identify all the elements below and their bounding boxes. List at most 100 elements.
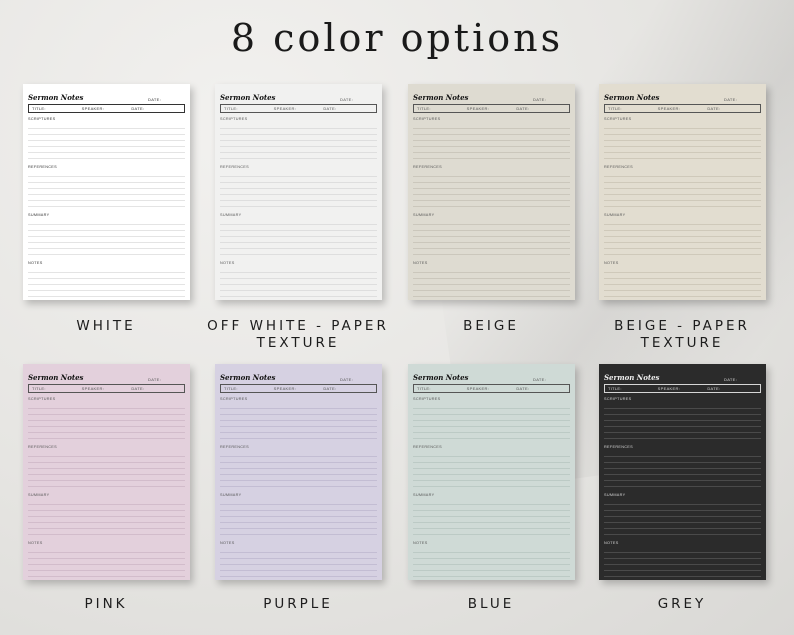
ruled-lines — [220, 123, 377, 161]
speaker-label: SPEAKER: — [657, 106, 681, 111]
date-label: DATE: — [131, 106, 145, 111]
sermon-notes-sheet[interactable]: Sermon Notes DATE: TITLE: SPEAKER: DATE: SCRI… — [215, 364, 382, 580]
title-label: TITLE: — [224, 106, 238, 111]
sheet-title-row: Sermon Notes DATE: — [220, 89, 377, 102]
sheet-title: Sermon Notes — [220, 93, 276, 102]
date-label: DATE: — [148, 97, 161, 102]
date-label: DATE: — [131, 386, 145, 391]
ruled-lines — [413, 219, 570, 257]
speaker-label: SPEAKER: — [81, 386, 105, 391]
ruled-lines — [28, 403, 185, 441]
title-label: TITLE: — [608, 106, 622, 111]
ruled-lines — [413, 171, 570, 209]
ruled-lines — [28, 267, 185, 297]
sermon-notes-sheet[interactable]: Sermon Notes DATE: TITLE: SPEAKER: DATE: SCRI… — [23, 364, 190, 580]
sermon-notes-sheet[interactable]: Sermon Notes DATE: TITLE: SPEAKER: DATE: SCRI… — [599, 84, 766, 300]
title-label: TITLE: — [608, 386, 622, 391]
sermon-notes-sheet[interactable]: Sermon Notes DATE: TITLE: SPEAKER: DATE: SCRI… — [23, 84, 190, 300]
date-label: DATE: — [533, 377, 546, 382]
header-fields-box: TITLE: SPEAKER: DATE: — [220, 104, 377, 113]
date-label: DATE: — [724, 377, 737, 382]
speaker-label: SPEAKER: — [81, 106, 105, 111]
sermon-notes-sheet[interactable]: Sermon Notes DATE: TITLE: SPEAKER: DATE: SCRI… — [599, 364, 766, 580]
ruled-lines — [604, 547, 761, 577]
ruled-lines — [604, 267, 761, 297]
title-label: TITLE: — [417, 106, 431, 111]
title-label: TITLE: — [417, 386, 431, 391]
title-label: TITLE: — [32, 106, 46, 111]
sheet-title-row: Sermon Notes DATE: — [220, 369, 377, 382]
ruled-lines — [220, 403, 377, 441]
sheet-title: Sermon Notes — [413, 93, 469, 102]
ruled-lines — [413, 451, 570, 489]
headline: 8 color options — [230, 16, 564, 60]
ruled-lines — [604, 123, 761, 161]
ruled-lines — [413, 123, 570, 161]
sheet-title: Sermon Notes — [413, 373, 469, 382]
header-fields-box: TITLE: SPEAKER: DATE: — [28, 384, 185, 393]
date-label: DATE: — [323, 106, 337, 111]
ruled-lines — [220, 219, 377, 257]
ruled-lines — [28, 499, 185, 537]
ruled-lines — [220, 267, 377, 297]
header-fields-box: TITLE: SPEAKER: DATE: — [28, 104, 185, 113]
option-caption: OFF WHITE - PAPER TEXTURE — [207, 318, 389, 351]
ruled-lines — [28, 171, 185, 209]
date-label: DATE: — [340, 377, 353, 382]
sheet-title: Sermon Notes — [604, 373, 660, 382]
date-label: DATE: — [148, 377, 161, 382]
date-label: DATE: — [340, 97, 353, 102]
ruled-lines — [413, 547, 570, 577]
speaker-label: SPEAKER: — [466, 106, 490, 111]
sheet-title: Sermon Notes — [220, 373, 276, 382]
sermon-notes-sheet[interactable]: Sermon Notes DATE: TITLE: SPEAKER: DATE: SCRI… — [408, 84, 575, 300]
header-fields-box: TITLE: SPEAKER: DATE: — [413, 104, 570, 113]
date-label: DATE: — [724, 97, 737, 102]
speaker-label: SPEAKER: — [466, 386, 490, 391]
title-label: TITLE: — [224, 386, 238, 391]
date-label: DATE: — [533, 97, 546, 102]
ruled-lines — [413, 403, 570, 441]
ruled-lines — [413, 267, 570, 297]
sheet-title-row: Sermon Notes DATE: — [28, 369, 185, 382]
date-label: DATE: — [323, 386, 337, 391]
sheet-title-row: Sermon Notes DATE: — [604, 369, 761, 382]
date-label: DATE: — [707, 386, 721, 391]
sheet-title: Sermon Notes — [28, 373, 84, 382]
date-label: DATE: — [516, 386, 530, 391]
ruled-lines — [604, 219, 761, 257]
sheet-title-row: Sermon Notes DATE: — [604, 89, 761, 102]
sheet-title-row: Sermon Notes DATE: — [28, 89, 185, 102]
ruled-lines — [28, 451, 185, 489]
speaker-label: SPEAKER: — [273, 386, 297, 391]
ruled-lines — [220, 499, 377, 537]
ruled-lines — [28, 219, 185, 257]
speaker-label: SPEAKER: — [273, 106, 297, 111]
sheet-title: Sermon Notes — [604, 93, 660, 102]
ruled-lines — [604, 403, 761, 441]
ruled-lines — [220, 171, 377, 209]
ruled-lines — [220, 451, 377, 489]
header-fields-box: TITLE: SPEAKER: DATE: — [604, 104, 761, 113]
option-caption: BEIGE - PAPER TEXTURE — [614, 318, 750, 351]
speaker-label: SPEAKER: — [657, 386, 681, 391]
date-label: DATE: — [516, 106, 530, 111]
sermon-notes-sheet[interactable]: Sermon Notes DATE: TITLE: SPEAKER: DATE: SCRI… — [215, 84, 382, 300]
sheet-title: Sermon Notes — [28, 93, 84, 102]
header-fields-box: TITLE: SPEAKER: DATE: — [220, 384, 377, 393]
ruled-lines — [413, 499, 570, 537]
ruled-lines — [604, 499, 761, 537]
option-caption: PURPLE — [263, 596, 333, 612]
ruled-lines — [28, 123, 185, 161]
option-caption: BEIGE — [463, 318, 519, 334]
header-fields-box: TITLE: SPEAKER: DATE: — [413, 384, 570, 393]
sermon-notes-sheet[interactable]: Sermon Notes DATE: TITLE: SPEAKER: DATE: SCRI… — [408, 364, 575, 580]
option-caption: WHITE — [76, 318, 136, 334]
date-label: DATE: — [707, 106, 721, 111]
ruled-lines — [220, 547, 377, 577]
option-caption: BLUE — [467, 596, 515, 612]
ruled-lines — [604, 171, 761, 209]
ruled-lines — [28, 547, 185, 577]
header-fields-box: TITLE: SPEAKER: DATE: — [604, 384, 761, 393]
option-caption: PINK — [84, 596, 128, 612]
